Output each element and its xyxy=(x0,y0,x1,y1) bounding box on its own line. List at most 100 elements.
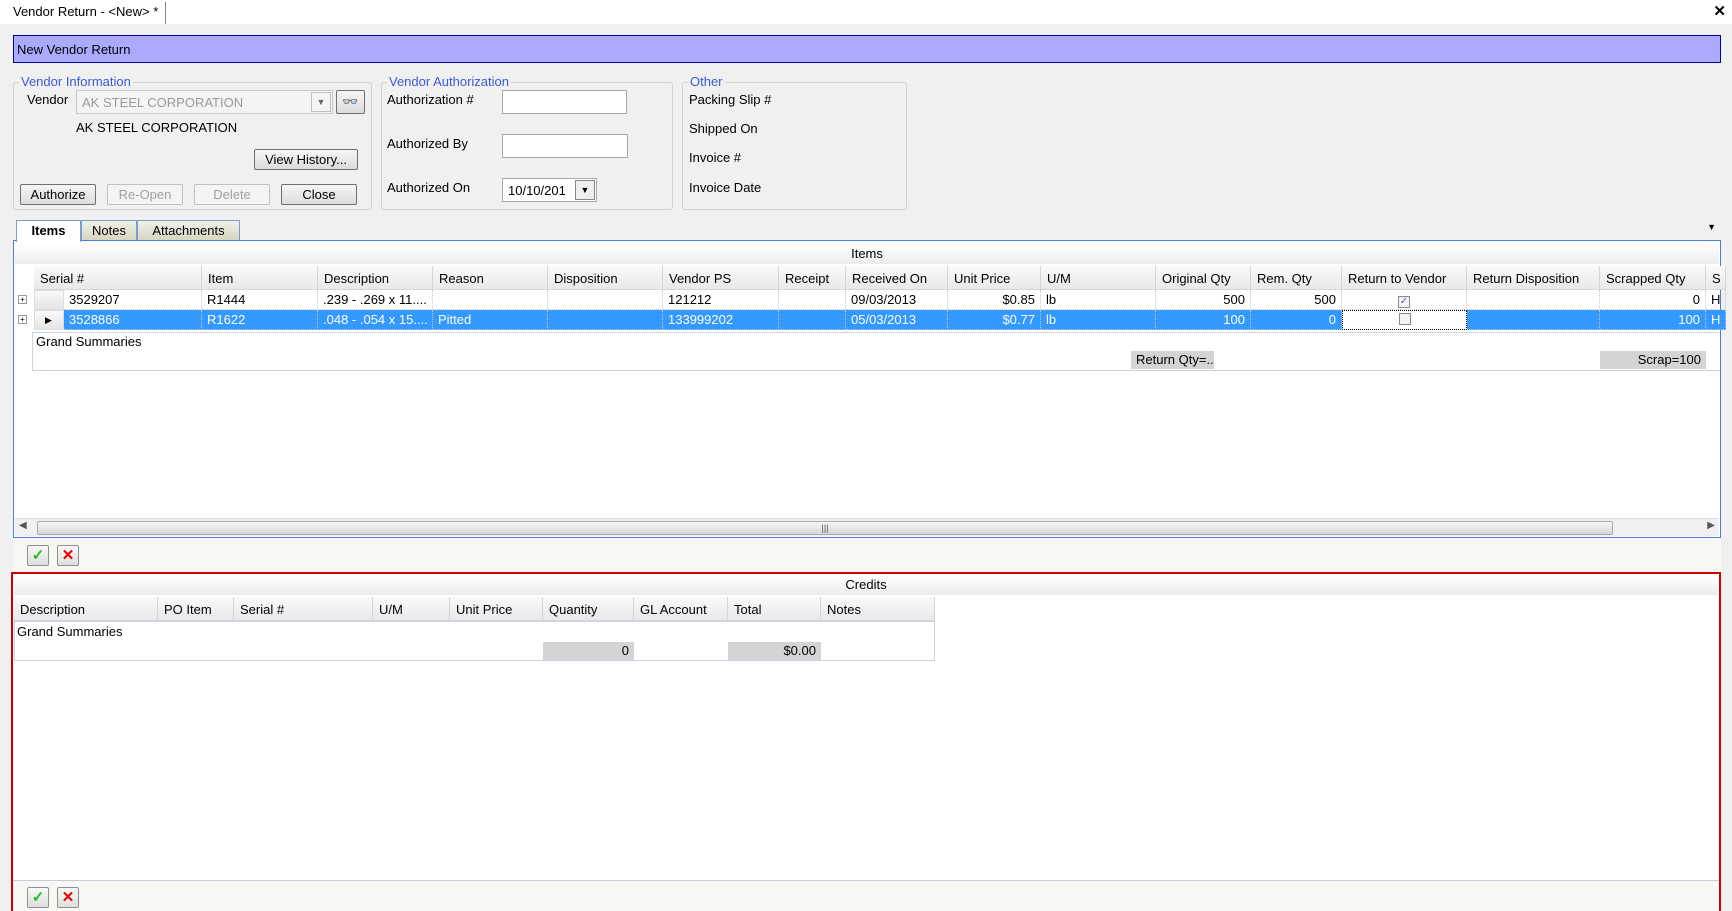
group-legend: Vendor Information xyxy=(19,74,133,89)
grid-cell: 133999202 xyxy=(663,310,779,330)
grid-cell: .048 - .054 x 15.... xyxy=(318,310,433,330)
grid-cell[interactable] xyxy=(1342,310,1467,330)
accept-items-button[interactable]: ✓ xyxy=(27,545,49,566)
column-header[interactable]: Return to Vendor xyxy=(1342,266,1467,290)
column-header[interactable]: Scrapped Qty xyxy=(1600,266,1706,290)
return-to-vendor-checkbox[interactable] xyxy=(1398,313,1411,325)
column-header[interactable]: S xyxy=(1706,266,1726,290)
reopen-button[interactable]: Re-Open xyxy=(107,184,183,205)
vendor-label: Vendor xyxy=(27,92,69,107)
vendor-information-group: Vendor Information Vendor AK STEEL CORPO… xyxy=(13,74,372,210)
summary-total: $0.00 xyxy=(728,642,821,660)
horizontal-scrollbar[interactable]: ◀ ||| ▶ xyxy=(15,518,1719,536)
checkmark-icon: ✓ xyxy=(31,547,45,564)
grid-cell: 0 xyxy=(1600,290,1706,310)
cancel-items-button[interactable]: ✕ xyxy=(57,545,79,566)
expand-icon[interactable]: + xyxy=(18,315,27,324)
view-history-button[interactable]: View History... xyxy=(254,149,358,170)
chevron-down-icon[interactable]: ▼ xyxy=(1707,222,1716,232)
column-header[interactable]: Reason xyxy=(433,266,548,290)
tab-attachments[interactable]: Attachments xyxy=(137,220,240,241)
grid-cell xyxy=(548,290,663,310)
column-header[interactable]: Receipt xyxy=(779,266,846,290)
grid-cell: lb xyxy=(1041,310,1156,330)
chevron-down-icon[interactable]: ▼ xyxy=(575,180,595,200)
group-legend: Vendor Authorization xyxy=(387,74,511,89)
delete-button[interactable]: Delete xyxy=(194,184,270,205)
grid-cell: 3529207 xyxy=(64,290,202,310)
return-to-vendor-checkbox[interactable]: ✓ xyxy=(1398,296,1410,308)
authorization-number-input[interactable] xyxy=(502,90,627,114)
expand-icon[interactable]: + xyxy=(18,295,27,304)
authorization-number-label: Authorization # xyxy=(387,92,474,107)
column-header[interactable]: U/M xyxy=(1041,266,1156,290)
grid-cell: 09/03/2013 xyxy=(846,290,948,310)
column-header[interactable]: Return Disposition xyxy=(1467,266,1600,290)
grid-cell: 500 xyxy=(1156,290,1251,310)
grid-cell: 05/03/2013 xyxy=(846,310,948,330)
cancel-credits-button[interactable]: ✕ xyxy=(57,887,79,908)
binoculars-icon: 👓 xyxy=(342,94,359,109)
grid-cell: R1622 xyxy=(202,310,318,330)
grand-summaries-area xyxy=(32,332,1720,371)
grid-cell: lb xyxy=(1041,290,1156,310)
vendor-search-button[interactable]: 👓 xyxy=(336,90,365,114)
grid-cell: H xyxy=(1706,310,1726,330)
authorized-on-datepicker[interactable]: 10/10/201 ▼ xyxy=(502,178,597,202)
scroll-right-icon[interactable]: ▶ xyxy=(1707,520,1715,531)
column-header[interactable]: Notes xyxy=(821,597,935,621)
grid-cell xyxy=(433,290,548,310)
row-selector[interactable] xyxy=(34,290,64,310)
column-header[interactable]: Disposition xyxy=(548,266,663,290)
grid-cell: 500 xyxy=(1251,290,1342,310)
row-indicator-icon[interactable]: ▶ xyxy=(34,310,64,330)
grid-cell: 100 xyxy=(1156,310,1251,330)
items-grid-title: Items xyxy=(15,244,1719,264)
grid-cell: .239 - .269 x 11.... xyxy=(318,290,433,310)
grid-cell[interactable]: ✓ xyxy=(1342,290,1467,310)
column-header[interactable]: Description xyxy=(318,266,433,290)
tab-notes[interactable]: Notes xyxy=(81,220,137,241)
column-header[interactable]: Quantity xyxy=(543,597,634,621)
column-header[interactable]: Serial # xyxy=(234,597,373,621)
close-icon[interactable]: ✕ xyxy=(1713,2,1726,20)
column-header[interactable]: Received On xyxy=(846,266,948,290)
column-header[interactable]: Description xyxy=(14,597,158,621)
grid-cell: Pitted xyxy=(433,310,548,330)
page-title-banner: New Vendor Return xyxy=(13,35,1721,63)
column-header[interactable]: Unit Price xyxy=(948,266,1041,290)
summary-return-qty: Return Qty=... xyxy=(1131,351,1214,369)
tab-items[interactable]: Items xyxy=(16,220,81,242)
invoice-date-label: Invoice Date xyxy=(689,180,762,195)
column-header[interactable]: Item xyxy=(202,266,318,290)
column-header[interactable]: PO Item xyxy=(158,597,234,621)
vendor-combobox[interactable]: AK STEEL CORPORATION ▼ xyxy=(76,90,333,114)
grand-summaries-label: Grand Summaries xyxy=(36,334,142,349)
group-legend: Other xyxy=(688,74,725,89)
scrollbar-thumb[interactable]: ||| xyxy=(37,521,1613,535)
scroll-left-icon[interactable]: ◀ xyxy=(19,520,27,531)
authorize-button[interactable]: Authorize xyxy=(20,184,96,205)
column-header[interactable]: Total xyxy=(728,597,821,621)
authorized-by-input[interactable] xyxy=(502,134,628,158)
document-tab-bar: Vendor Return - <New> * ✕ xyxy=(0,0,1732,24)
grid-cell xyxy=(779,310,846,330)
grand-summaries-label: Grand Summaries xyxy=(17,624,123,639)
grid-cell: $0.85 xyxy=(948,290,1041,310)
chevron-down-icon[interactable]: ▼ xyxy=(311,92,331,112)
x-icon: ✕ xyxy=(61,547,75,564)
authorized-on-value: 10/10/201 xyxy=(508,183,566,198)
column-header[interactable]: Unit Price xyxy=(450,597,543,621)
column-header[interactable]: Original Qty xyxy=(1156,266,1251,290)
column-header[interactable]: Vendor PS xyxy=(663,266,779,290)
column-header[interactable]: Serial # xyxy=(34,266,202,290)
document-tab[interactable]: Vendor Return - <New> * xyxy=(6,2,167,24)
column-header[interactable]: U/M xyxy=(373,597,450,621)
other-group: Other Packing Slip # Shipped On Invoice … xyxy=(682,74,907,210)
column-header[interactable]: Rem. Qty xyxy=(1251,266,1342,290)
column-header[interactable]: GL Account xyxy=(634,597,728,621)
accept-credits-button[interactable]: ✓ xyxy=(27,887,49,908)
close-button[interactable]: Close xyxy=(281,184,357,205)
summary-quantity: 0 xyxy=(543,642,634,660)
grid-cell: 0 xyxy=(1251,310,1342,330)
